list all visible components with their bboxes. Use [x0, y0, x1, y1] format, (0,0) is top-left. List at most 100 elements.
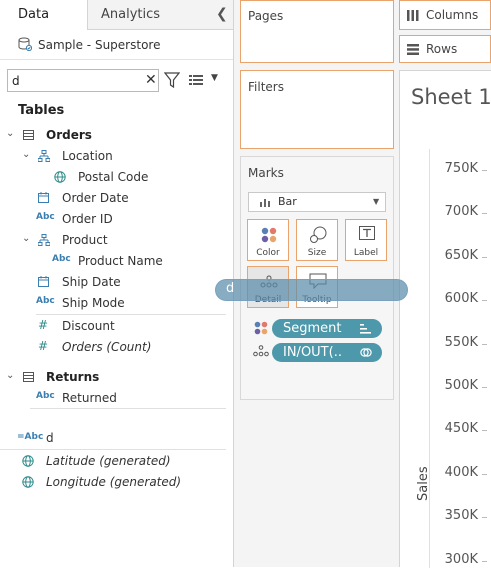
- datasource-row[interactable]: Sample - Superstore: [18, 36, 160, 54]
- y-tick-label: 750K: [444, 161, 478, 176]
- sheet-view[interactable]: Sheet 1 Sales 750K 700K 650K 600K 550K 500K 45…: [399, 70, 491, 568]
- string-type-icon: Abc: [52, 254, 71, 264]
- field-latitude-generated[interactable]: Latitude (generated): [46, 451, 171, 471]
- color-button[interactable]: Color: [247, 219, 289, 261]
- size-icon: [310, 226, 327, 243]
- divider: [30, 408, 226, 409]
- globe-icon: [22, 455, 34, 467]
- y-tick-mark: [482, 387, 487, 388]
- hierarchy-icon: [38, 234, 50, 246]
- field-longitude-generated[interactable]: Longitude (generated): [46, 472, 181, 492]
- y-tick-mark: [482, 430, 487, 432]
- tab-analytics[interactable]: Analytics: [87, 0, 234, 30]
- field-discount[interactable]: Discount: [62, 316, 115, 336]
- sheet-title: Sheet 1: [411, 85, 491, 109]
- y-tick-label: 500K: [444, 378, 478, 393]
- collapse-product-icon[interactable]: ⌄: [22, 233, 30, 244]
- rows-icon: [407, 44, 419, 55]
- color-button-label: Color: [256, 248, 280, 258]
- marks-card-title: Marks: [248, 166, 284, 180]
- y-tick-mark: [482, 343, 487, 345]
- columns-icon: [407, 10, 419, 21]
- y-tick-label: 550K: [444, 334, 478, 350]
- rows-shelf[interactable]: Rows: [399, 35, 491, 63]
- color-icon: [261, 227, 277, 243]
- field-order-id[interactable]: Order ID: [62, 209, 113, 229]
- collapse-returns-icon[interactable]: ⌄: [6, 370, 14, 381]
- string-type-icon: Abc: [36, 296, 55, 306]
- measure-icon: #: [38, 318, 49, 332]
- field-orders-count[interactable]: Orders (Count): [62, 337, 151, 357]
- label-button-label: Label: [353, 248, 379, 258]
- field-d[interactable]: d: [46, 428, 54, 448]
- columns-shelf[interactable]: Columns: [399, 0, 491, 30]
- mark-type-select[interactable]: Bar ▼: [248, 192, 386, 212]
- data-pane: Data Analytics ❮ Sample - Superstore ✕ ▼…: [0, 0, 234, 567]
- columns-shelf-title: Columns: [426, 8, 479, 22]
- segment-pill[interactable]: Segment: [272, 319, 382, 338]
- datasource-icon: [18, 37, 32, 51]
- field-product[interactable]: Product: [62, 230, 108, 250]
- field-search-input[interactable]: [12, 72, 132, 89]
- collapse-pane-icon[interactable]: ❮: [216, 6, 228, 22]
- filter-icon[interactable]: [164, 71, 180, 89]
- measure-icon: #: [38, 339, 49, 353]
- drag-ghost-label: d: [226, 281, 235, 296]
- calendar-icon: [38, 276, 49, 287]
- y-tick-mark: [482, 170, 487, 171]
- divider: [0, 59, 233, 60]
- field-search-box: ✕: [7, 69, 159, 92]
- field-ship-mode[interactable]: Ship Mode: [62, 293, 125, 313]
- chevron-down-icon: ▼: [373, 197, 380, 206]
- calendar-icon: [38, 192, 49, 203]
- y-tick-label: 300K: [444, 551, 478, 567]
- y-tick-mark: [482, 560, 487, 562]
- sort-descending-icon: [360, 324, 371, 334]
- y-tick-mark: [482, 300, 487, 302]
- table-icon: [23, 130, 34, 140]
- globe-icon: [22, 476, 34, 488]
- string-type-icon: Abc: [36, 212, 55, 222]
- y-tick-label: 700K: [444, 204, 478, 220]
- pages-shelf[interactable]: Pages: [240, 0, 394, 63]
- y-tick-mark: [482, 256, 487, 258]
- field-order-date[interactable]: Order Date: [62, 188, 129, 208]
- hierarchy-icon: [38, 150, 50, 162]
- chevron-down-icon[interactable]: ▼: [211, 73, 218, 83]
- clear-search-icon[interactable]: ✕: [145, 72, 157, 89]
- y-tick-label: 450K: [444, 421, 478, 437]
- field-returned[interactable]: Returned: [62, 388, 117, 408]
- segment-pill-label: Segment: [283, 321, 342, 336]
- string-type-icon: Abc: [36, 391, 55, 401]
- tables-header: Tables: [18, 103, 65, 118]
- size-button[interactable]: Size: [296, 219, 338, 261]
- collapse-orders-icon[interactable]: ⌄: [6, 128, 14, 139]
- mark-type-value: Bar: [278, 195, 297, 208]
- calculated-string-icon: =Abc: [17, 432, 44, 442]
- set-icon: [360, 348, 372, 357]
- field-postal-code[interactable]: Postal Code: [78, 167, 148, 187]
- collapse-location-icon[interactable]: ⌄: [22, 149, 30, 160]
- field-ship-date[interactable]: Ship Date: [62, 272, 121, 292]
- tab-data[interactable]: Data: [0, 0, 87, 30]
- divider: [36, 314, 226, 315]
- in-out-set-pill[interactable]: IN/OUT(..: [272, 343, 382, 362]
- rows-shelf-title: Rows: [426, 42, 458, 56]
- detail-icon: [253, 345, 269, 357]
- y-tick-mark: [482, 213, 487, 215]
- datasource-name: Sample - Superstore: [38, 38, 161, 52]
- globe-icon: [54, 171, 66, 183]
- field-location[interactable]: Location: [62, 146, 113, 166]
- table-returns[interactable]: Returns: [46, 367, 99, 387]
- bar-chart-icon: [260, 199, 270, 207]
- label-button[interactable]: Label: [345, 219, 387, 261]
- color-icon: [254, 321, 268, 335]
- list-view-icon[interactable]: [189, 74, 203, 86]
- field-product-name[interactable]: Product Name: [78, 251, 163, 271]
- in-out-set-pill-label: IN/OUT(..: [283, 345, 342, 360]
- drag-ghost-pill: d: [215, 279, 408, 301]
- y-tick-label: 400K: [444, 464, 478, 480]
- table-orders[interactable]: Orders: [46, 125, 92, 145]
- filters-shelf[interactable]: Filters: [240, 70, 394, 149]
- y-tick-label: 600K: [444, 291, 478, 307]
